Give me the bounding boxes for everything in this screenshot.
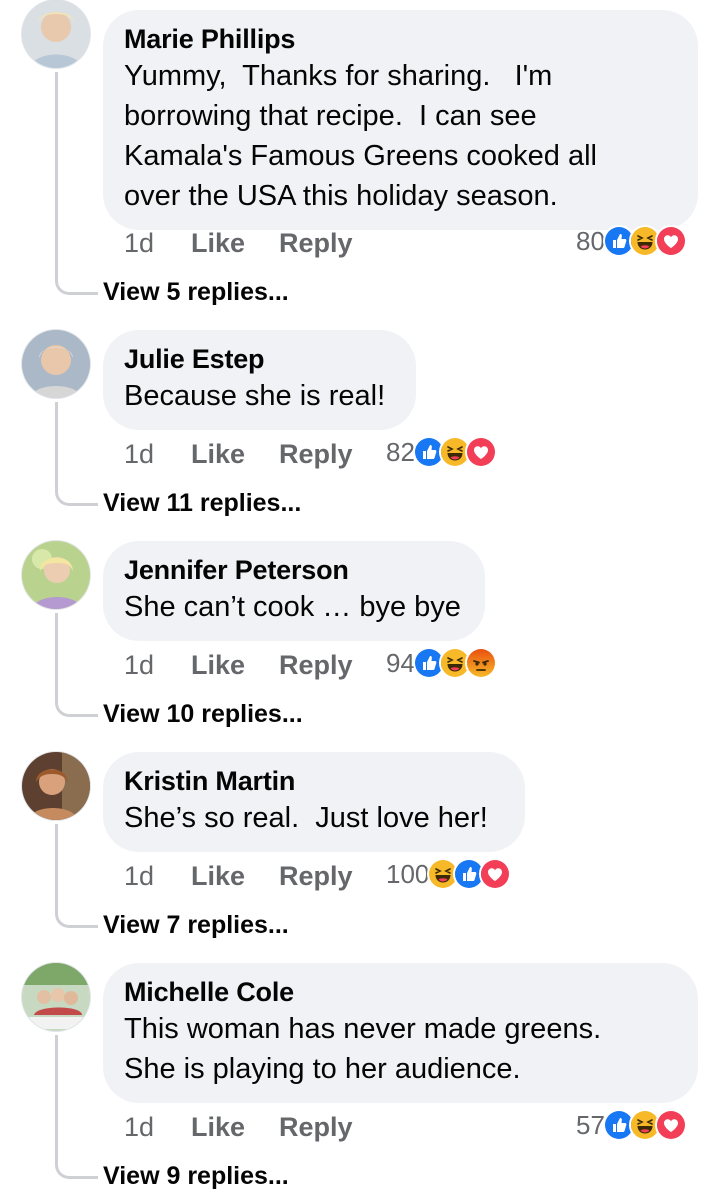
comment-actions: 1d Like Reply (124, 1107, 353, 1147)
comment-author[interactable]: Jennifer Peterson (124, 553, 463, 587)
view-replies-link[interactable]: View 11 replies... (103, 487, 301, 519)
love-icon (464, 436, 497, 468)
comment-bubble[interactable]: Jennifer Peterson She can’t cook … bye b… (103, 541, 485, 641)
love-icon (654, 1109, 687, 1141)
reply-button[interactable]: Reply (279, 650, 353, 681)
avatar[interactable] (22, 0, 90, 68)
view-replies-link[interactable]: View 10 replies... (103, 698, 303, 730)
like-button[interactable]: Like (191, 228, 279, 259)
comment-author[interactable]: Marie Phillips (124, 22, 676, 56)
comment-actions: 1d Like Reply (124, 856, 353, 896)
reaction-summary[interactable]: 57 (576, 1107, 687, 1143)
comment-bubble[interactable]: Michelle Cole This woman has never made … (103, 963, 698, 1103)
like-button[interactable]: Like (191, 861, 279, 892)
avatar[interactable] (22, 541, 90, 609)
comment-bubble[interactable]: Marie Phillips Yummy, Thanks for sharing… (103, 10, 698, 230)
reaction-count: 57 (576, 1109, 605, 1140)
comment-time[interactable]: 1d (124, 650, 191, 681)
comment-time[interactable]: 1d (124, 1112, 191, 1143)
comment-actions: 1d Like Reply (124, 223, 353, 263)
comment-author[interactable]: Kristin Martin (124, 764, 503, 798)
thread-line (55, 402, 98, 506)
comment-text: She’s so real. Just love her! (124, 802, 488, 834)
comment-text: Because she is real! (124, 380, 386, 412)
reply-button[interactable]: Reply (279, 1112, 353, 1143)
love-icon (654, 225, 687, 257)
reaction-summary[interactable]: 80 (576, 223, 687, 259)
comment-text: This woman has never made greens. She is… (124, 1013, 602, 1085)
view-replies-link[interactable]: View 7 replies... (103, 909, 289, 941)
comment-text: She can’t cook … bye bye (124, 591, 461, 623)
avatar[interactable] (22, 963, 90, 1031)
reaction-count: 94 (386, 647, 415, 678)
view-replies-link[interactable]: View 5 replies... (103, 276, 289, 308)
like-button[interactable]: Like (191, 650, 279, 681)
love-icon (479, 858, 512, 890)
reaction-summary[interactable]: 94 (386, 645, 497, 681)
thread-line (55, 824, 98, 928)
reply-button[interactable]: Reply (279, 439, 353, 470)
comment-time[interactable]: 1d (124, 439, 191, 470)
like-button[interactable]: Like (191, 1112, 279, 1143)
comment-actions: 1d Like Reply (124, 645, 353, 685)
reply-button[interactable]: Reply (279, 228, 353, 259)
comment-text: Yummy, Thanks for sharing. I'm borrowing… (124, 60, 597, 212)
reaction-summary[interactable]: 100 (386, 856, 512, 892)
view-replies-link[interactable]: View 9 replies... (103, 1160, 289, 1192)
comment-time[interactable]: 1d (124, 861, 191, 892)
thread-line (55, 1035, 98, 1179)
reaction-count: 100 (386, 858, 430, 889)
reaction-count: 80 (576, 225, 605, 256)
comment-bubble[interactable]: Julie Estep Because she is real! (103, 330, 416, 430)
comment-time[interactable]: 1d (124, 228, 191, 259)
angry-icon (464, 647, 497, 679)
comment-bubble[interactable]: Kristin Martin She’s so real. Just love … (103, 752, 525, 852)
comment-author[interactable]: Julie Estep (124, 342, 394, 376)
reaction-summary[interactable]: 82 (386, 434, 497, 470)
thread-line (55, 613, 98, 717)
avatar[interactable] (22, 752, 90, 820)
reaction-count: 82 (386, 436, 415, 467)
like-button[interactable]: Like (191, 439, 279, 470)
reply-button[interactable]: Reply (279, 861, 353, 892)
comment-author[interactable]: Michelle Cole (124, 975, 676, 1009)
avatar[interactable] (22, 330, 90, 398)
thread-line (55, 72, 98, 295)
comment-actions: 1d Like Reply (124, 434, 353, 474)
